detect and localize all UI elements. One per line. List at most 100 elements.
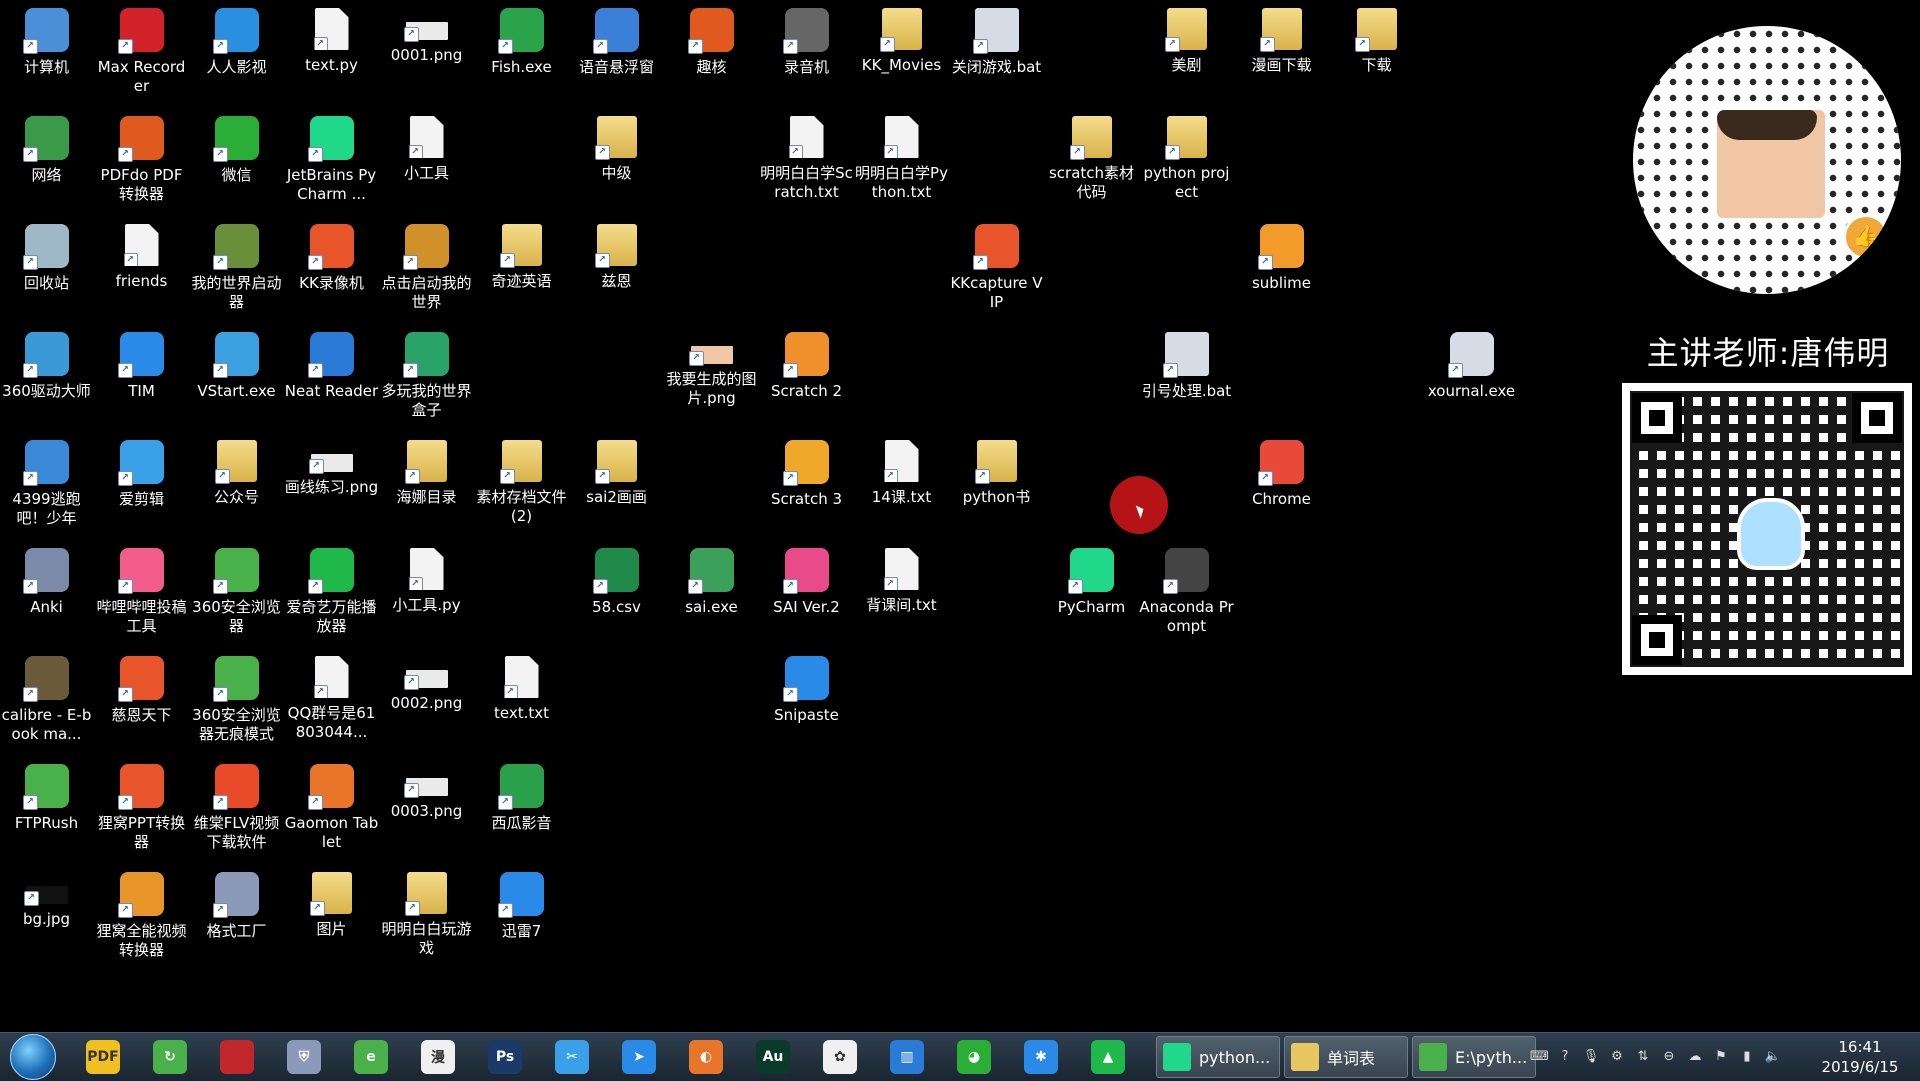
desktop-icon[interactable]: ↗ Anki xyxy=(0,548,94,617)
keyboard-icon[interactable]: ⌨ xyxy=(1530,1049,1549,1065)
desktop-icon[interactable]: ↗ 哔哩哔哩投稿工具 xyxy=(94,548,189,636)
desktop-icon[interactable]: ↗ Neat Reader xyxy=(284,332,379,401)
desktop-icon[interactable]: ↗ 素材存档文件(2) xyxy=(474,440,569,526)
desktop-icon[interactable]: ↗ friends xyxy=(94,224,189,291)
desktop-icon[interactable]: ↗ 360驱动大师 xyxy=(0,332,94,401)
desktop-icon[interactable]: ↗ 漫画下载 xyxy=(1234,8,1329,75)
taskbar-pin[interactable]: ⛨ xyxy=(277,1036,331,1078)
desktop-icon[interactable]: ↗ PyCharm xyxy=(1044,548,1139,617)
taskbar-pin[interactable]: ◐ xyxy=(679,1036,733,1078)
taskbar-pin[interactable]: ◕ xyxy=(947,1036,1001,1078)
taskbar-window-button[interactable]: python... xyxy=(1156,1036,1280,1078)
stop-icon[interactable]: ⊖ xyxy=(1660,1049,1678,1065)
desktop-icon[interactable]: ↗ text.txt xyxy=(474,656,569,723)
desktop-icon[interactable]: ↗ sublime xyxy=(1234,224,1329,293)
taskbar-pin[interactable]: ✱ xyxy=(1014,1036,1068,1078)
desktop-icon[interactable]: ↗ Snipaste xyxy=(759,656,854,725)
desktop-icon[interactable]: ↗ 0003.png xyxy=(379,764,474,821)
taskbar-pin[interactable]: ✿ xyxy=(813,1036,867,1078)
desktop-icon[interactable]: ↗ 计算机 xyxy=(0,8,94,77)
taskbar-pin[interactable]: PDF xyxy=(76,1036,130,1078)
desktop-icon[interactable]: ↗ calibre - E-book ma... xyxy=(0,656,94,744)
desktop-icon[interactable]: ↗ 狸窝全能视频转换器 xyxy=(94,872,189,960)
signal-icon[interactable]: ▮ xyxy=(1738,1049,1756,1065)
taskbar-clock[interactable]: 16:41 2019/6/15 xyxy=(1810,1037,1910,1077)
desktop-icon[interactable]: ↗ VStart.exe xyxy=(189,332,284,401)
taskbar-pin[interactable]: Ps xyxy=(478,1036,532,1078)
desktop-icon[interactable]: ↗ Max Recorder xyxy=(94,8,189,96)
desktop-icon[interactable]: ↗ QQ群号是61803044... xyxy=(284,656,379,742)
desktop-icon[interactable]: ↗ python书 xyxy=(949,440,1044,507)
desktop-icon[interactable]: ↗ KK_Movies xyxy=(854,8,949,75)
desktop-icon[interactable]: ↗ 中级 xyxy=(569,116,664,183)
desktop-icon[interactable]: ↗ 录音机 xyxy=(759,8,854,77)
desktop-icon[interactable]: ↗ 下载 xyxy=(1329,8,1424,75)
help-icon[interactable]: ? xyxy=(1556,1049,1574,1065)
desktop-icon[interactable]: ↗ 0002.png xyxy=(379,656,474,713)
desktop-icon[interactable]: ↗ 360安全浏览器无痕模式 xyxy=(189,656,284,744)
desktop-icon[interactable]: ↗ 公众号 xyxy=(189,440,284,507)
settings-icon[interactable]: ⚙ xyxy=(1608,1049,1626,1065)
desktop-icon[interactable]: ↗ 我的世界启动器 xyxy=(189,224,284,312)
desktop-icon[interactable]: ↗ JetBrains PyCharm ... xyxy=(284,116,379,204)
desktop-icon[interactable]: ↗ 小工具 xyxy=(379,116,474,183)
desktop-icon[interactable]: ↗ 小工具.py xyxy=(379,548,474,615)
taskbar-window-button[interactable]: E:\pyth... xyxy=(1412,1036,1536,1078)
desktop-icon[interactable]: ↗ PDFdo PDF转换器 xyxy=(94,116,189,204)
taskbar-pin[interactable]: ➤ xyxy=(612,1036,666,1078)
desktop-icon[interactable]: ↗ 格式工厂 xyxy=(189,872,284,941)
desktop-icon[interactable]: ↗ Anaconda Prompt xyxy=(1139,548,1234,636)
desktop-icon[interactable]: ↗ scratch素材代码 xyxy=(1044,116,1139,202)
desktop-icon[interactable]: ↗ 4399逃跑吧！少年 xyxy=(0,440,94,528)
taskbar-pin[interactable]: ▲ xyxy=(1081,1036,1135,1078)
desktop-icon[interactable]: ↗ 慈恩天下 xyxy=(94,656,189,725)
windows-start-icon[interactable] xyxy=(10,1034,56,1080)
taskbar-pin[interactable]: ✂ xyxy=(545,1036,599,1078)
desktop-icon[interactable]: ↗ 回收站 xyxy=(0,224,94,293)
taskbar-pin[interactable]: 漫 xyxy=(411,1036,465,1078)
desktop-icon[interactable]: ↗ KK录像机 xyxy=(284,224,379,293)
desktop-icon[interactable]: ↗ 趣核 xyxy=(664,8,759,77)
network-share-icon[interactable]: ⇅ xyxy=(1634,1049,1652,1065)
desktop-icon[interactable]: ↗ sai.exe xyxy=(664,548,759,617)
desktop-icon[interactable]: ↗ 明明白白玩游戏 xyxy=(379,872,474,958)
desktop-icon[interactable]: ↗ 点击启动我的世界 xyxy=(379,224,474,312)
desktop-icon[interactable]: ↗ SAI Ver.2 xyxy=(759,548,854,617)
desktop-icon[interactable]: ↗ 爱奇艺万能播放器 xyxy=(284,548,379,636)
desktop-icon[interactable]: ↗ 海娜目录 xyxy=(379,440,474,507)
desktop-icon[interactable]: ↗ 网络 xyxy=(0,116,94,185)
desktop-icon[interactable]: ↗ 360安全浏览器 xyxy=(189,548,284,636)
desktop-icon[interactable]: ↗ 58.csv xyxy=(569,548,664,617)
desktop-icon[interactable]: ↗ 关闭游戏.bat xyxy=(949,8,1044,77)
desktop-icon[interactable]: ↗ 美剧 xyxy=(1139,8,1234,75)
desktop-icon[interactable]: ↗ 背课间.txt xyxy=(854,548,949,615)
taskbar-pin[interactable]: e xyxy=(344,1036,398,1078)
desktop-icon[interactable]: ↗ 爱剪辑 xyxy=(94,440,189,509)
desktop-icon[interactable]: ↗ 14课.txt xyxy=(854,440,949,507)
desktop-icon[interactable]: ↗ Scratch 2 xyxy=(759,332,854,401)
desktop-icon[interactable]: ↗ 图片 xyxy=(284,872,379,939)
taskbar-window-button[interactable]: 单词表 xyxy=(1284,1036,1408,1078)
taskbar-pin[interactable]: ▥ xyxy=(880,1036,934,1078)
desktop-icon[interactable]: ↗ sai2画画 xyxy=(569,440,664,507)
desktop-icon[interactable]: ↗ text.py xyxy=(284,8,379,75)
desktop-icon[interactable]: ↗ 狸窝PPT转换器 xyxy=(94,764,189,852)
desktop-icon[interactable]: ↗ 多玩我的世界盒子 xyxy=(379,332,474,420)
desktop-icon[interactable]: ↗ Gaomon Tablet xyxy=(284,764,379,852)
desktop-icon[interactable]: ↗ 画线练习.png xyxy=(284,440,379,497)
desktop-icon[interactable]: ↗ 兹恩 xyxy=(569,224,664,291)
desktop-icon[interactable]: ↗ 语音悬浮窗 xyxy=(569,8,664,77)
taskbar-pin[interactable] xyxy=(210,1036,264,1078)
desktop-icon[interactable]: ↗ 微信 xyxy=(189,116,284,185)
desktop-icon[interactable]: ↗ 西瓜影音 xyxy=(474,764,569,833)
desktop-icon[interactable]: ↗ KKcapture VIP xyxy=(949,224,1044,312)
desktop-icon[interactable]: ↗ 奇迹英语 xyxy=(474,224,569,291)
desktop-icon[interactable]: ↗ 0001.png xyxy=(379,8,474,65)
desktop-icon[interactable]: ↗ python project xyxy=(1139,116,1234,202)
desktop-icon[interactable]: ↗ FTPRush xyxy=(0,764,94,833)
cloud-icon[interactable]: ☁ xyxy=(1686,1049,1704,1065)
desktop-icon[interactable]: ↗ 引号处理.bat xyxy=(1139,332,1234,401)
volume-icon[interactable]: 🔈 xyxy=(1764,1049,1782,1065)
desktop-icon[interactable]: ↗ Fish.exe xyxy=(474,8,569,77)
desktop-icon[interactable]: ↗ Scratch 3 xyxy=(759,440,854,509)
